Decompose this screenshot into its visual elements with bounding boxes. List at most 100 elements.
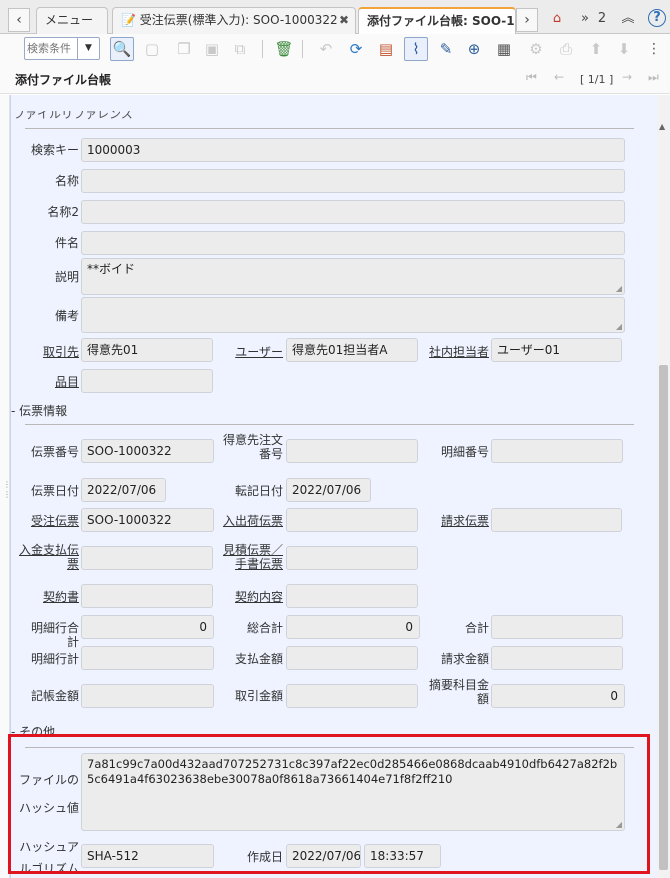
grand-total-field[interactable]: 0 <box>286 615 420 639</box>
find-button[interactable]: 🔍 <box>110 37 134 61</box>
tab-scroll-right-button[interactable]: › <box>516 8 538 32</box>
product-link[interactable]: 品目 <box>21 375 79 389</box>
home-icon[interactable]: ⌂ <box>546 9 568 29</box>
save-button[interactable]: ▣ <box>200 37 224 61</box>
tab-menu[interactable]: メニュー <box>36 7 108 34</box>
post-date-field[interactable]: 2022/07/06 <box>286 478 371 502</box>
contract-field[interactable] <box>81 584 213 608</box>
grand-total-label: 総合計 <box>246 621 283 635</box>
contract-content-link[interactable]: 契約内容 <box>211 590 283 604</box>
tab-attachment[interactable]: 添付ファイル台帳: SOO-10 <box>358 7 516 35</box>
product-field[interactable] <box>81 369 213 393</box>
arrow-down-icon: ⬇ <box>617 40 631 58</box>
partner-field[interactable]: 得意先01 <box>81 338 213 362</box>
resize-handle-icon[interactable]: ◢ <box>616 285 622 293</box>
contract-content-field[interactable] <box>286 584 418 608</box>
invoice-field[interactable] <box>491 508 622 532</box>
search-key-field[interactable]: 1000003 <box>81 138 625 162</box>
report-button[interactable]: ▦ <box>492 37 516 61</box>
trade-amount-label: 取引金額 <box>234 689 283 703</box>
subject-field[interactable] <box>81 231 625 255</box>
report-icon: ▦ <box>496 40 512 58</box>
delete-button[interactable]: 🗑 <box>272 37 296 61</box>
zoom-icon: ⊕ <box>467 40 481 58</box>
new-record-button[interactable]: ▢ <box>140 37 164 61</box>
line-total-field[interactable]: 0 <box>81 615 214 639</box>
partner-link[interactable]: 取引先 <box>21 345 79 359</box>
summary-amount-label-line2: 額 <box>476 692 489 706</box>
tab-order[interactable]: 📝 受注伝票(標準入力): SOO-1000322 ✖ <box>112 7 356 34</box>
line-number-field[interactable] <box>491 439 623 463</box>
payment-amount-label: 支払金額 <box>234 652 283 666</box>
summary-amount-field[interactable]: 0 <box>491 684 625 708</box>
name-field[interactable] <box>81 169 625 193</box>
invoice-amount-field[interactable] <box>491 646 623 670</box>
slip-number-field[interactable]: SOO-1000322 <box>81 439 214 463</box>
memo-field[interactable]: ◢ <box>81 297 625 333</box>
summary-amount-label-line1: 摘要科目金 <box>428 678 489 692</box>
staff-field[interactable]: ユーザー01 <box>491 338 622 362</box>
shipment-link[interactable]: 入出荷伝票 <box>211 514 283 528</box>
chat-button[interactable]: ✎ <box>434 37 458 61</box>
next-record-arrow[interactable]: → <box>622 70 632 84</box>
attachment-button[interactable]: ⌇ <box>404 37 428 61</box>
quote-link[interactable]: 見積伝票／ 手書伝票 <box>211 543 283 571</box>
undo-button[interactable]: ↶ <box>314 37 338 61</box>
quote-field[interactable] <box>286 546 418 570</box>
double-chevron-down-icon[interactable]: » <box>578 9 592 29</box>
staff-link[interactable]: 社内担当者 <box>421 345 489 359</box>
close-icon[interactable]: ✖ <box>339 8 349 33</box>
line-count-field[interactable] <box>81 646 214 670</box>
search-icon: 🔍 <box>112 40 132 58</box>
print-button[interactable]: ⎙ <box>554 37 578 61</box>
name2-field[interactable] <box>81 200 625 224</box>
line-count-label: 明細行計 <box>30 652 79 666</box>
search-combo[interactable]: ▼ <box>24 37 100 60</box>
section-slip-info[interactable]: - 伝票情報 <box>11 402 67 419</box>
record-counter: [ 1/1 ] <box>580 73 614 86</box>
line-total-label: 明細行合計 <box>30 621 79 649</box>
book-amount-field[interactable] <box>81 684 214 708</box>
next-record-button[interactable]: ⬇ <box>612 37 636 61</box>
print-icon: ⎙ <box>559 40 572 58</box>
payment-link-line2: 票 <box>66 557 79 571</box>
sales-order-link[interactable]: 受注伝票 <box>21 514 79 528</box>
payment-link[interactable]: 入金支払伝 票 <box>11 543 79 571</box>
customer-order-field[interactable] <box>286 439 418 463</box>
search-input[interactable] <box>27 40 77 57</box>
prev-record-button[interactable]: ← <box>554 70 564 84</box>
quote-link-line1: 見積伝票／ <box>222 543 283 557</box>
invoice-link[interactable]: 請求伝票 <box>421 514 489 528</box>
last-record-button[interactable]: ⏭ <box>648 70 659 85</box>
help-icon[interactable]: ? <box>648 9 666 27</box>
user-field[interactable]: 得意先01担当者A <box>286 338 418 362</box>
double-chevron-up-icon[interactable]: ︽ <box>620 9 636 29</box>
process-button[interactable]: ⚙ <box>524 37 548 61</box>
more-options-button[interactable]: ⋮ <box>642 37 666 61</box>
save-copy-button[interactable]: ⧉ <box>228 37 252 61</box>
scroll-up-icon[interactable]: ▲ <box>659 122 665 131</box>
tab-scroll-left-button[interactable]: ‹ <box>8 8 30 32</box>
scrollbar-thumb[interactable] <box>659 365 668 870</box>
trade-amount-field[interactable] <box>286 684 418 708</box>
previous-record-button[interactable]: ⬆ <box>584 37 608 61</box>
slip-date-field[interactable]: 2022/07/06 <box>81 478 166 502</box>
zoom-button[interactable]: ⊕ <box>462 37 486 61</box>
sum-field[interactable] <box>491 615 623 639</box>
contract-link[interactable]: 契約書 <box>21 590 79 604</box>
grid-toggle-button[interactable]: ▤ <box>374 37 398 61</box>
resize-handle-icon[interactable]: ◢ <box>616 323 622 331</box>
drag-handle-icon[interactable]: ⋮ ⋮ <box>3 480 11 510</box>
customer-order-label: 得意先注文 番号 <box>211 433 283 461</box>
save-icon: ▣ <box>204 40 220 58</box>
first-record-button[interactable]: ⏮ <box>526 70 537 85</box>
copy-record-button[interactable]: ❐ <box>172 37 196 61</box>
description-field[interactable]: **ボイド ◢ <box>81 258 625 295</box>
sales-order-field[interactable]: SOO-1000322 <box>81 508 214 532</box>
user-link[interactable]: ユーザー <box>223 345 283 359</box>
payment-field[interactable] <box>81 546 213 570</box>
refresh-button[interactable]: ⟳ <box>344 37 368 61</box>
payment-amount-field[interactable] <box>286 646 418 670</box>
chevron-down-icon[interactable]: ▼ <box>77 38 99 59</box>
shipment-field[interactable] <box>286 508 418 532</box>
